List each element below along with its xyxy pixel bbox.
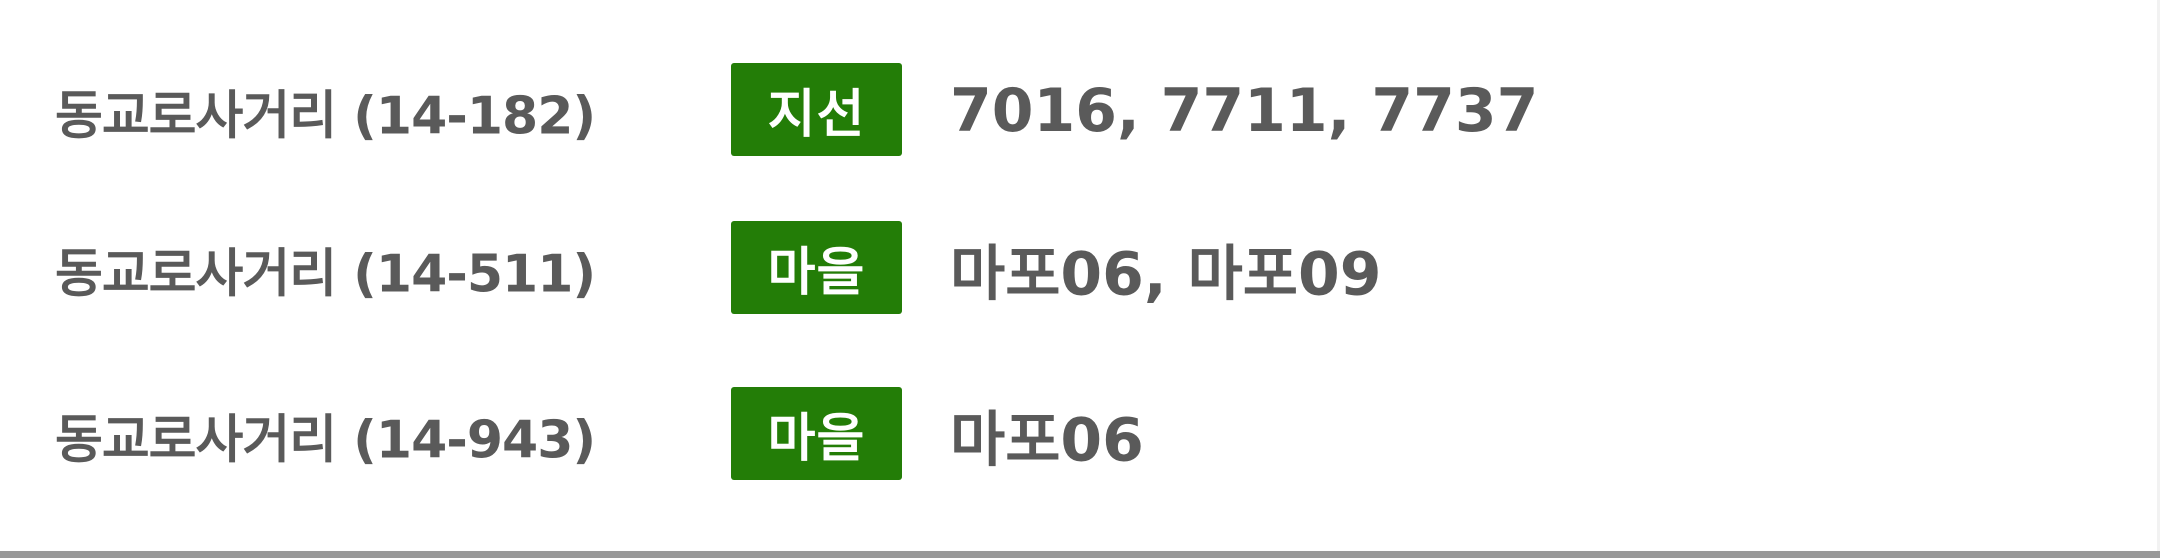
- stop-name: 동교로사거리 (14-182): [55, 86, 596, 147]
- bus-stop-row[interactable]: 동교로사거리 (14-182) 지선 7016, 7711, 7737: [0, 61, 2160, 161]
- stop-name: 동교로사거리 (14-511): [55, 244, 596, 305]
- stop-name: 동교로사거리 (14-943): [55, 410, 596, 471]
- bottom-divider: [0, 551, 2160, 558]
- route-type-badge: 지선: [731, 63, 902, 156]
- route-type-badge: 마을: [731, 221, 902, 314]
- route-numbers: 7016, 7711, 7737: [950, 76, 1539, 146]
- route-type-badge: 마을: [731, 387, 902, 480]
- route-numbers: 마포06: [950, 405, 1144, 476]
- bus-stop-row[interactable]: 동교로사거리 (14-943) 마을 마포06: [0, 385, 2160, 485]
- route-numbers: 마포06, 마포09: [950, 239, 1382, 310]
- bus-stop-row[interactable]: 동교로사거리 (14-511) 마을 마포06, 마포09: [0, 219, 2160, 319]
